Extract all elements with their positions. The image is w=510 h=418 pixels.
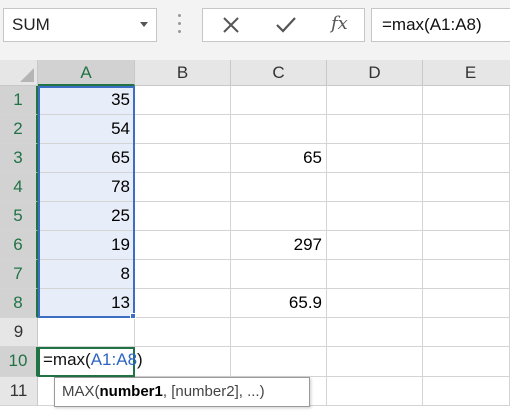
row-header-4[interactable]: 4	[0, 173, 38, 202]
cell-c10[interactable]	[231, 347, 327, 377]
cell-a2[interactable]: 54	[38, 115, 135, 144]
row-header-1[interactable]: 1	[0, 86, 38, 115]
cell-c1[interactable]	[231, 86, 327, 115]
formula-text: =max(A1:A8)	[382, 15, 482, 34]
tooltip-current-arg[interactable]: number1	[100, 383, 163, 400]
cell-c8[interactable]: 65.9	[231, 289, 327, 318]
cell-b10[interactable]	[135, 347, 231, 377]
name-box[interactable]: SUM	[3, 8, 157, 42]
cell-a3[interactable]: 65	[38, 144, 135, 173]
row-header-2[interactable]: 2	[0, 115, 38, 144]
grid-top-gap	[0, 50, 510, 60]
function-tooltip[interactable]: MAX(number1, [number2], ...)	[54, 377, 310, 407]
cell-e2[interactable]	[423, 115, 510, 144]
cell-c4[interactable]	[231, 173, 327, 202]
cell-b3[interactable]	[135, 144, 231, 173]
cell-d4[interactable]	[327, 173, 423, 202]
cell-c2[interactable]	[231, 115, 327, 144]
active-cell-a10[interactable]: =max(A1:A8)	[38, 347, 143, 377]
resize-handle[interactable]	[178, 14, 181, 34]
cell-d10[interactable]	[327, 347, 423, 377]
cell-e3[interactable]	[423, 144, 510, 173]
select-all-corner[interactable]	[0, 60, 38, 86]
range-reference: A1:A8	[90, 350, 138, 369]
cell-d8[interactable]	[327, 289, 423, 318]
dropdown-arrow-icon[interactable]	[140, 22, 148, 27]
cell-d6[interactable]	[327, 231, 423, 260]
cell-b2[interactable]	[135, 115, 231, 144]
cell-d1[interactable]	[327, 86, 423, 115]
cell-d9[interactable]	[327, 318, 423, 347]
cell-a8[interactable]: 13	[38, 289, 135, 318]
cell-b5[interactable]	[135, 202, 231, 231]
cell-e5[interactable]	[423, 202, 510, 231]
row-header-3[interactable]: 3	[0, 144, 38, 173]
enter-icon	[276, 17, 296, 33]
column-header-c[interactable]: C	[231, 60, 327, 86]
cell-e1[interactable]	[423, 86, 510, 115]
cancel-button[interactable]	[211, 9, 251, 41]
cell-b7[interactable]	[135, 260, 231, 289]
row-header-6[interactable]: 6	[0, 231, 38, 260]
cell-c7[interactable]	[231, 260, 327, 289]
range-resize-handle[interactable]	[130, 313, 136, 319]
formula-input[interactable]: =max(A1:A8)	[371, 8, 510, 42]
enter-button[interactable]	[265, 9, 305, 41]
cell-b4[interactable]	[135, 173, 231, 202]
column-header-d[interactable]: D	[327, 60, 423, 86]
row-header-5[interactable]: 5	[0, 202, 38, 231]
cell-e4[interactable]	[423, 173, 510, 202]
cell-d5[interactable]	[327, 202, 423, 231]
formula-bar-area: SUM fx =max(A1:A8)	[0, 0, 510, 50]
cell-c5[interactable]	[231, 202, 327, 231]
cell-e11[interactable]	[423, 377, 510, 406]
cell-b9[interactable]	[135, 318, 231, 347]
row-header-7[interactable]: 7	[0, 260, 38, 289]
row-header-11[interactable]: 11	[0, 377, 38, 406]
cell-c3[interactable]: 65	[231, 144, 327, 173]
cell-e6[interactable]	[423, 231, 510, 260]
column-header-a[interactable]: A	[38, 60, 135, 86]
cell-b6[interactable]	[135, 231, 231, 260]
cell-e9[interactable]	[423, 318, 510, 347]
cell-d7[interactable]	[327, 260, 423, 289]
cell-e8[interactable]	[423, 289, 510, 318]
cell-edit-formula[interactable]: =max(A1:A8)	[43, 350, 143, 370]
select-all-icon	[20, 68, 34, 82]
cell-b1[interactable]	[135, 86, 231, 115]
cell-a6[interactable]: 19	[38, 231, 135, 260]
cell-b8[interactable]	[135, 289, 231, 318]
column-header-e[interactable]: E	[423, 60, 510, 86]
insert-function-icon[interactable]: fx	[331, 13, 348, 34]
cell-e7[interactable]	[423, 260, 510, 289]
formula-buttons: fx	[202, 8, 365, 42]
column-header-b[interactable]: B	[135, 60, 231, 86]
cell-d2[interactable]	[327, 115, 423, 144]
cell-d11[interactable]	[327, 377, 423, 406]
cancel-icon	[223, 17, 239, 33]
cell-a4[interactable]: 78	[38, 173, 135, 202]
cell-c9[interactable]	[231, 318, 327, 347]
name-box-value: SUM	[12, 15, 50, 34]
cell-e10[interactable]	[423, 347, 510, 377]
row-header-9[interactable]: 9	[0, 318, 38, 347]
cell-a5[interactable]: 25	[38, 202, 135, 231]
cell-a1[interactable]: 35	[38, 86, 135, 115]
cell-a9[interactable]	[38, 318, 135, 347]
cell-d3[interactable]	[327, 144, 423, 173]
row-header-8[interactable]: 8	[0, 289, 38, 318]
tooltip-rest-args: , [number2], ...)	[162, 383, 265, 400]
row-header-10[interactable]: 10	[0, 347, 38, 377]
cell-c6[interactable]: 297	[231, 231, 327, 260]
cell-a7[interactable]: 8	[38, 260, 135, 289]
tooltip-function-name[interactable]: MAX(	[62, 383, 100, 400]
